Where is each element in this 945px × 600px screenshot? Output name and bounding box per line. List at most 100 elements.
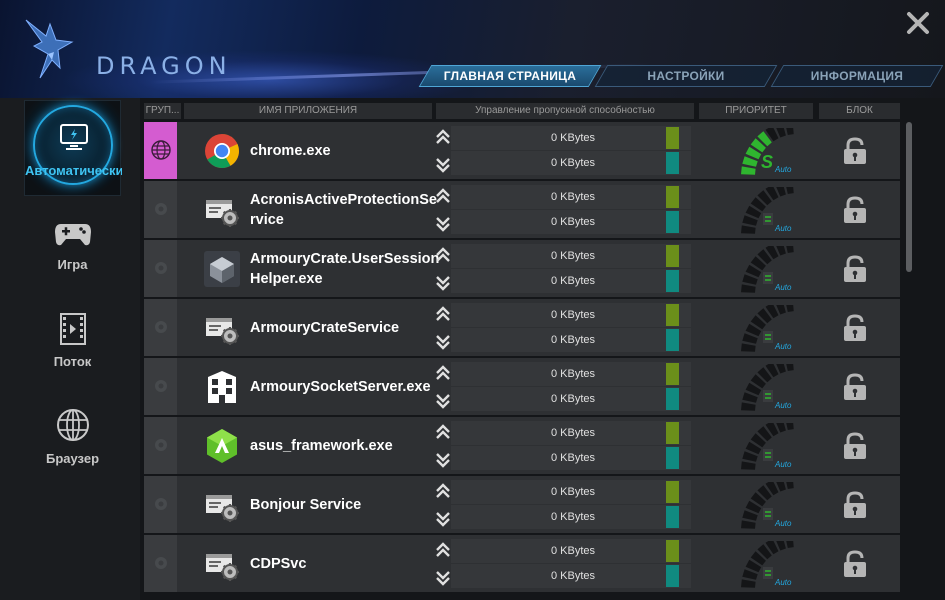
- priority-gauge[interactable]: Auto: [719, 423, 801, 471]
- download-bar[interactable]: [666, 506, 679, 528]
- lock-icon[interactable]: [842, 550, 868, 578]
- column-header-priority[interactable]: ПРИОРИТЕТ: [699, 103, 813, 119]
- upload-line: 0 KBytes: [451, 185, 691, 209]
- priority-arrows[interactable]: [435, 482, 451, 528]
- column-header-bandwidth[interactable]: Управление пропускной способностью: [436, 103, 694, 119]
- upload-value: 0 KBytes: [550, 368, 595, 380]
- bandwidth-cell: 0 KBytes 0 KBytes: [451, 299, 691, 356]
- header-banner: DRAGON ГЛАВНАЯ СТРАНИЦА НАСТРОЙКИ ИНФОРМ…: [0, 0, 945, 98]
- download-bar[interactable]: [666, 270, 679, 292]
- download-bar[interactable]: [666, 388, 679, 410]
- download-line: 0 KBytes: [451, 564, 691, 588]
- priority-arrows[interactable]: [435, 423, 451, 469]
- bandwidth-cell: 0 KBytes 0 KBytes: [451, 122, 691, 179]
- download-line: 0 KBytes: [451, 446, 691, 470]
- group-cell[interactable]: [144, 417, 177, 474]
- column-header-block[interactable]: БЛОК: [819, 103, 900, 119]
- table-row[interactable]: ArmouryCrate.UserSessionHelper.exe 0 KByt…: [144, 240, 900, 297]
- tab-home[interactable]: ГЛАВНАЯ СТРАНИЦА: [418, 65, 602, 87]
- group-dot-icon: [155, 203, 167, 215]
- group-cell[interactable]: [144, 535, 177, 592]
- priority-arrows[interactable]: [435, 364, 451, 410]
- upload-bar[interactable]: [666, 481, 679, 503]
- download-bar[interactable]: [666, 447, 679, 469]
- group-dot-icon: [155, 557, 167, 569]
- table-row[interactable]: ArmourySocketServer.exe 0 KBytes 0 KBytes A…: [144, 358, 900, 415]
- table-row[interactable]: asus_framework.exe 0 KBytes 0 KBytes Auto: [144, 417, 900, 474]
- priority-arrows[interactable]: [435, 246, 451, 292]
- table-row[interactable]: ArmouryCrateService 0 KBytes 0 KBytes Auto: [144, 299, 900, 356]
- download-bar[interactable]: [666, 211, 679, 233]
- upload-value: 0 KBytes: [550, 486, 595, 498]
- group-cell[interactable]: [144, 299, 177, 356]
- upload-value: 0 KBytes: [550, 427, 595, 439]
- tab-settings[interactable]: НАСТРОЙКИ: [594, 65, 778, 87]
- upload-bar[interactable]: [666, 540, 679, 562]
- tab-info[interactable]: ИНФОРМАЦИЯ: [770, 65, 944, 87]
- group-cell[interactable]: [144, 181, 177, 238]
- download-bar[interactable]: [666, 329, 679, 351]
- download-value: 0 KBytes: [550, 393, 595, 405]
- upload-bar[interactable]: [666, 245, 679, 267]
- bandwidth-cell: 0 KBytes 0 KBytes: [451, 476, 691, 533]
- lock-icon[interactable]: [842, 137, 868, 165]
- group-cell[interactable]: [144, 240, 177, 297]
- group-cell[interactable]: [144, 122, 177, 179]
- upload-value: 0 KBytes: [550, 132, 595, 144]
- priority-gauge[interactable]: Auto: [719, 541, 801, 589]
- column-header-app-name[interactable]: ИМЯ ПРИЛОЖЕНИЯ: [184, 103, 432, 119]
- upload-bar[interactable]: [666, 304, 679, 326]
- tab-home-label: ГЛАВНАЯ СТРАНИЦА: [443, 69, 577, 83]
- priority-arrows[interactable]: [435, 541, 451, 587]
- table-row[interactable]: CDPSvc 0 KBytes 0 KBytes Auto: [144, 535, 900, 592]
- svg-text:Auto: Auto: [774, 460, 792, 469]
- table-row[interactable]: chrome.exe 0 KBytes 0 KBytes S Auto: [144, 122, 900, 179]
- lock-icon[interactable]: [842, 432, 868, 460]
- sidebar-item-stream[interactable]: Поток: [24, 313, 121, 369]
- group-cell[interactable]: [144, 358, 177, 415]
- lock-icon[interactable]: [842, 314, 868, 342]
- priority-gauge[interactable]: Auto: [719, 187, 801, 235]
- upload-bar[interactable]: [666, 186, 679, 208]
- upload-bar[interactable]: [666, 127, 679, 149]
- priority-arrows[interactable]: [435, 187, 451, 233]
- sidebar-item-auto[interactable]: Автоматически: [24, 100, 122, 196]
- download-value: 0 KBytes: [550, 570, 595, 582]
- priority-gauge[interactable]: Auto: [719, 246, 801, 294]
- column-header-group[interactable]: ГРУП...: [144, 103, 181, 119]
- lock-icon[interactable]: [842, 196, 868, 224]
- upload-value: 0 KBytes: [550, 250, 595, 262]
- svg-text:Auto: Auto: [774, 578, 792, 587]
- svg-text:Auto: Auto: [774, 224, 792, 233]
- priority-gauge[interactable]: S Auto: [719, 128, 801, 176]
- tab-settings-label: НАСТРОЙКИ: [647, 69, 725, 83]
- sidebar-item-browser[interactable]: Браузер: [24, 408, 121, 466]
- priority-gauge[interactable]: Auto: [719, 364, 801, 412]
- priority-arrows[interactable]: [435, 128, 451, 174]
- table-row[interactable]: AcronisActiveProtectionService 0 KBytes 0 …: [144, 181, 900, 238]
- group-globe-icon: [151, 140, 171, 160]
- priority-gauge[interactable]: Auto: [719, 305, 801, 353]
- lock-icon[interactable]: [842, 373, 868, 401]
- download-value: 0 KBytes: [550, 216, 595, 228]
- sidebar-item-game[interactable]: Игра: [24, 218, 121, 272]
- lock-icon[interactable]: [842, 491, 868, 519]
- globe-icon: [56, 409, 89, 441]
- tab-info-label: ИНФОРМАЦИЯ: [810, 69, 904, 83]
- download-bar[interactable]: [666, 152, 679, 174]
- upload-bar[interactable]: [666, 363, 679, 385]
- upload-bar[interactable]: [666, 422, 679, 444]
- lock-icon[interactable]: [842, 255, 868, 283]
- close-icon[interactable]: [905, 10, 931, 36]
- priority-arrows[interactable]: [435, 305, 451, 351]
- download-line: 0 KBytes: [451, 387, 691, 411]
- table-row[interactable]: Bonjour Service 0 KBytes 0 KBytes Auto: [144, 476, 900, 533]
- bandwidth-cell: 0 KBytes 0 KBytes: [451, 417, 691, 474]
- priority-gauge[interactable]: Auto: [719, 482, 801, 530]
- group-cell[interactable]: [144, 476, 177, 533]
- download-bar[interactable]: [666, 565, 679, 587]
- armoury-crate-icon: [204, 251, 240, 287]
- app-name: asus_framework.exe: [250, 438, 393, 454]
- scrollbar-thumb[interactable]: [906, 122, 912, 272]
- group-dot-icon: [155, 262, 167, 274]
